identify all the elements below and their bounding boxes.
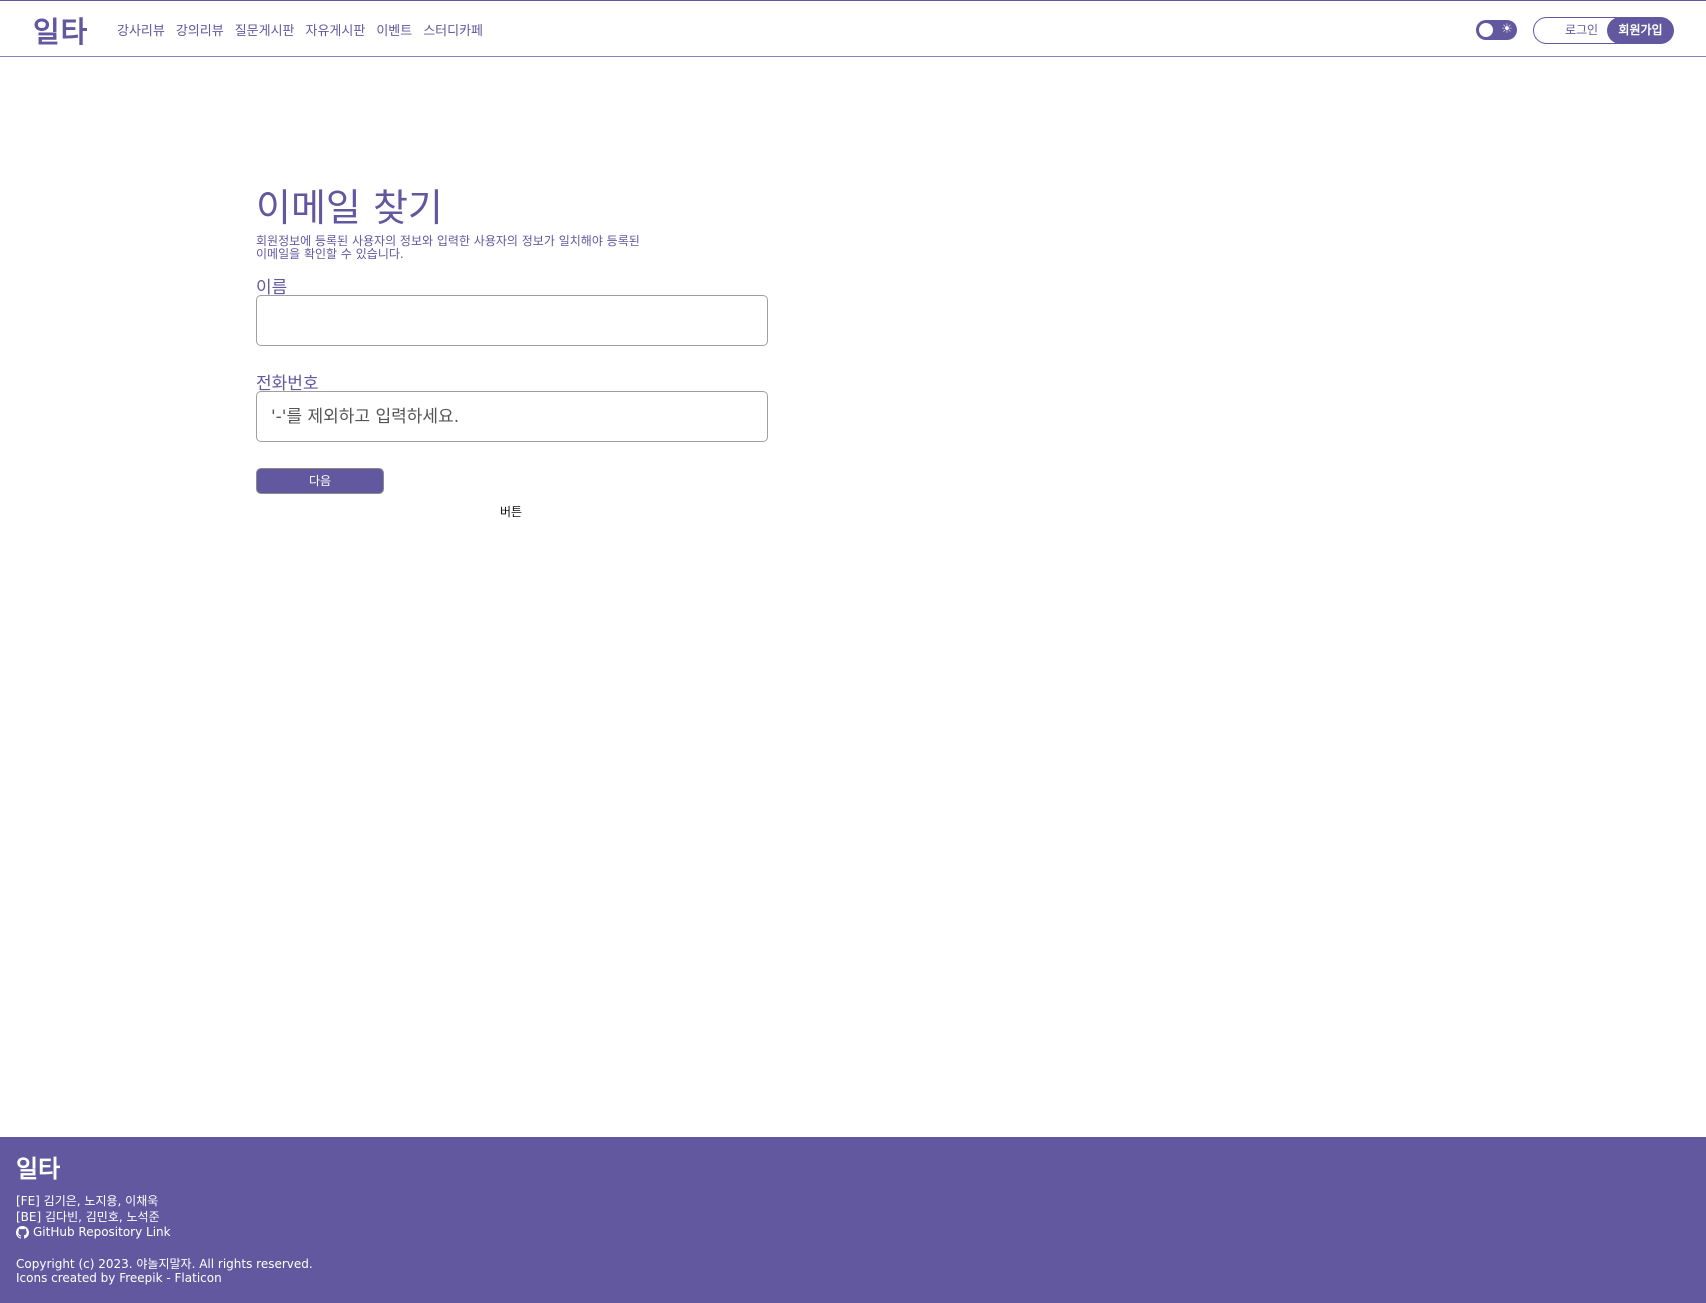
button-caption: 버튼 xyxy=(500,505,523,519)
icons-credit: Icons created by Freepik - Flaticon xyxy=(16,1271,222,1285)
github-link-label: GitHub Repository Link xyxy=(33,1225,171,1239)
site-footer: 일타 [FE] 김기은, 노지용, 이채욱 [BE] 김다빈, 김민호, 노석준… xyxy=(0,1137,1706,1303)
phone-input[interactable] xyxy=(256,391,768,442)
main-nav: 강사리뷰 강의리뷰 질문게시판 자유게시판 이벤트 스터디카페 xyxy=(117,20,494,39)
nav-item-instructor-review[interactable]: 강사리뷰 xyxy=(117,20,165,39)
nav-item-free-board[interactable]: 자유게시판 xyxy=(306,20,366,39)
github-link[interactable]: GitHub Repository Link xyxy=(16,1225,171,1239)
site-logo[interactable]: 일타 xyxy=(33,9,88,51)
top-nav-bar: 일타 강사리뷰 강의리뷰 질문게시판 자유게시판 이벤트 스터디카페 ☀ 로그인… xyxy=(0,0,1706,57)
fe-team-credit: [FE] 김기은, 노지용, 이채욱 xyxy=(16,1194,159,1208)
signup-button[interactable]: 회원가입 xyxy=(1607,17,1674,44)
theme-toggle[interactable]: ☀ xyxy=(1476,20,1517,40)
sun-icon: ☀ xyxy=(1501,22,1513,37)
next-button[interactable]: 다음 xyxy=(256,468,384,494)
page-description: 회원정보에 등록된 사용자의 정보와 입력한 사용자의 정보가 일치해야 등록된… xyxy=(256,234,640,261)
github-icon xyxy=(16,1225,29,1239)
nav-item-question-board[interactable]: 질문게시판 xyxy=(235,20,295,39)
footer-logo: 일타 xyxy=(16,1155,61,1183)
nav-item-study-cafe[interactable]: 스터디카페 xyxy=(423,20,483,39)
copyright-text: Copyright (c) 2023. 야놀지말자. All rights re… xyxy=(16,1257,313,1271)
nav-item-event[interactable]: 이벤트 xyxy=(376,20,412,39)
toggle-knob xyxy=(1479,23,1493,37)
name-input[interactable] xyxy=(256,295,768,346)
be-team-credit: [BE] 김다빈, 김민호, 노석준 xyxy=(16,1210,160,1224)
page-title: 이메일 찾기 xyxy=(256,186,443,230)
nav-item-lecture-review[interactable]: 강의리뷰 xyxy=(176,20,224,39)
